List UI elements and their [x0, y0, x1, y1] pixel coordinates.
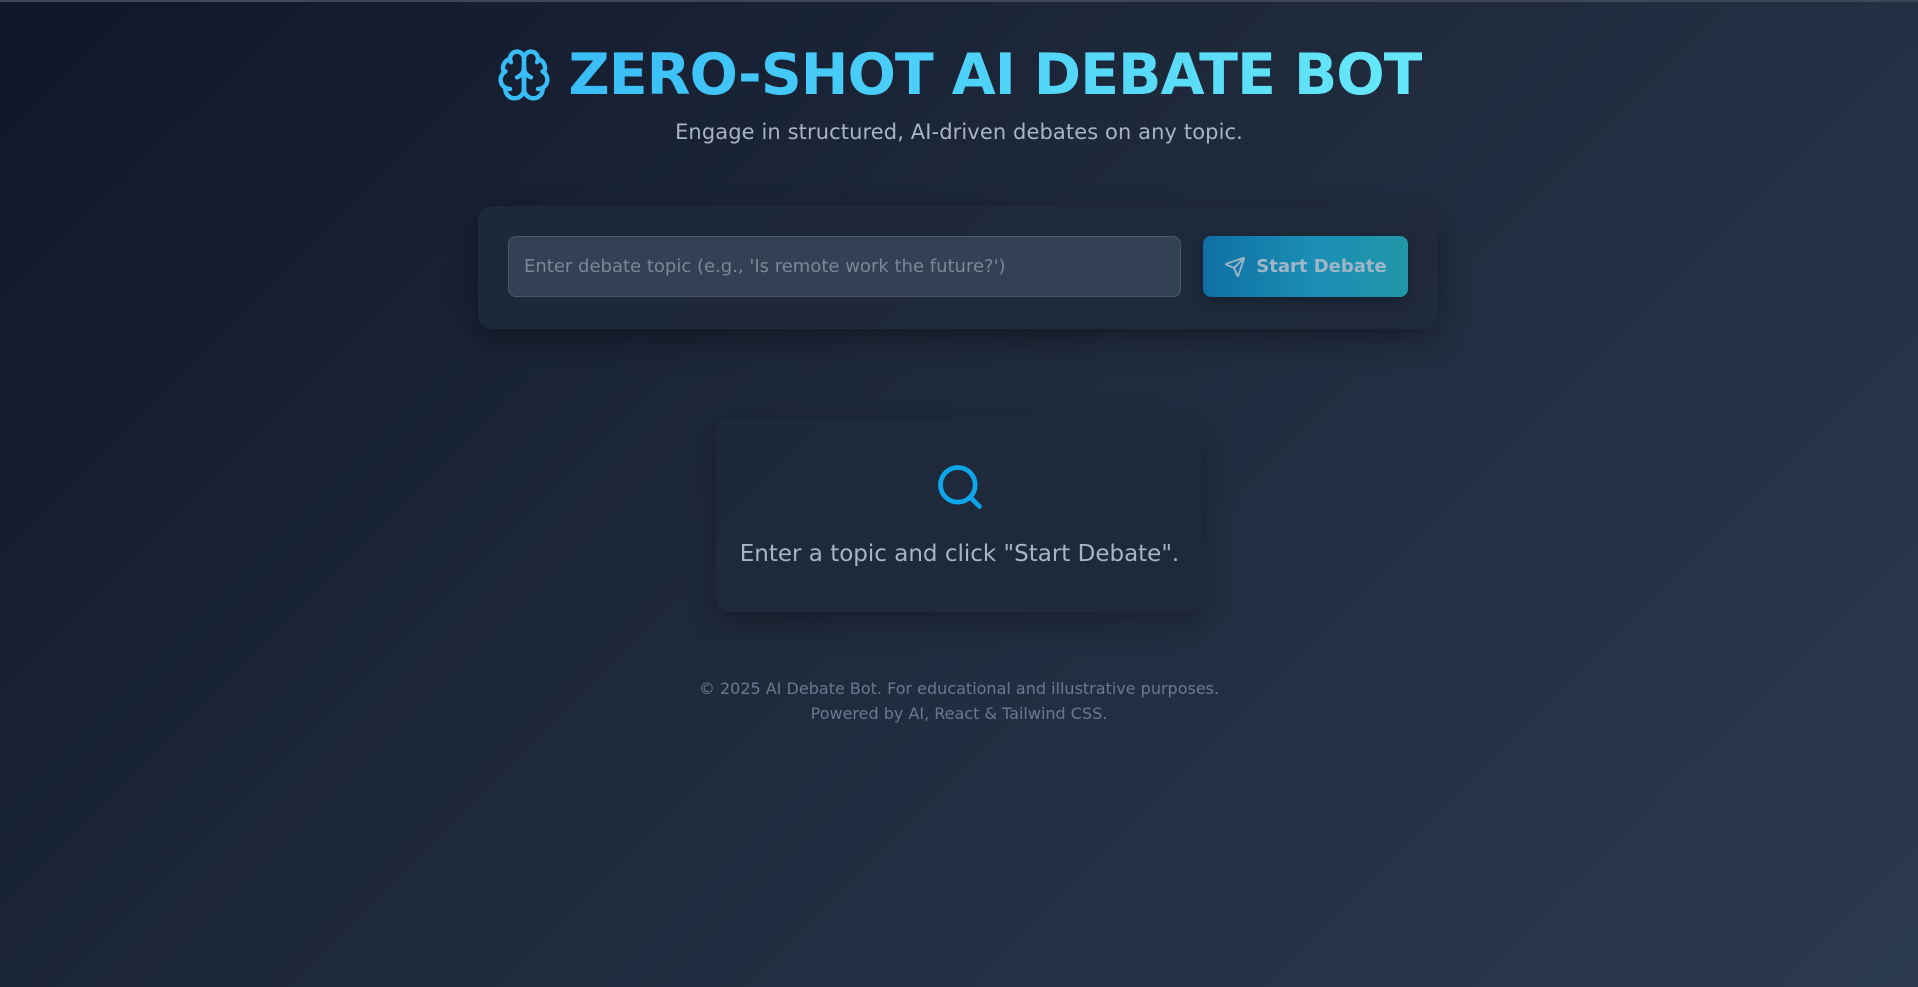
- start-debate-label: Start Debate: [1256, 256, 1387, 277]
- footer-copyright: © 2025 AI Debate Bot. For educational an…: [698, 679, 1220, 698]
- window-top-border: [0, 0, 1918, 2]
- title-row: ZERO-SHOT AI DEBATE BOT: [0, 40, 1918, 110]
- send-icon: [1224, 256, 1246, 278]
- empty-state-card: Enter a topic and click "Start Debate".: [716, 419, 1203, 612]
- page-footer: © 2025 AI Debate Bot. For educational an…: [0, 676, 1918, 726]
- footer-powered-by: Powered by AI, React & Tailwind CSS.: [810, 704, 1108, 723]
- brain-icon: [496, 45, 552, 105]
- debate-form-card: Start Debate: [478, 206, 1438, 329]
- page-title: ZERO-SHOT AI DEBATE BOT: [568, 42, 1422, 108]
- search-icon: [934, 461, 986, 513]
- page-subtitle: Engage in structured, AI-driven debates …: [675, 120, 1243, 144]
- start-debate-button[interactable]: Start Debate: [1203, 236, 1408, 297]
- topic-input[interactable]: [508, 236, 1181, 297]
- empty-state-message: Enter a topic and click "Start Debate".: [739, 541, 1180, 567]
- page-header: ZERO-SHOT AI DEBATE BOT Engage in struct…: [0, 40, 1918, 144]
